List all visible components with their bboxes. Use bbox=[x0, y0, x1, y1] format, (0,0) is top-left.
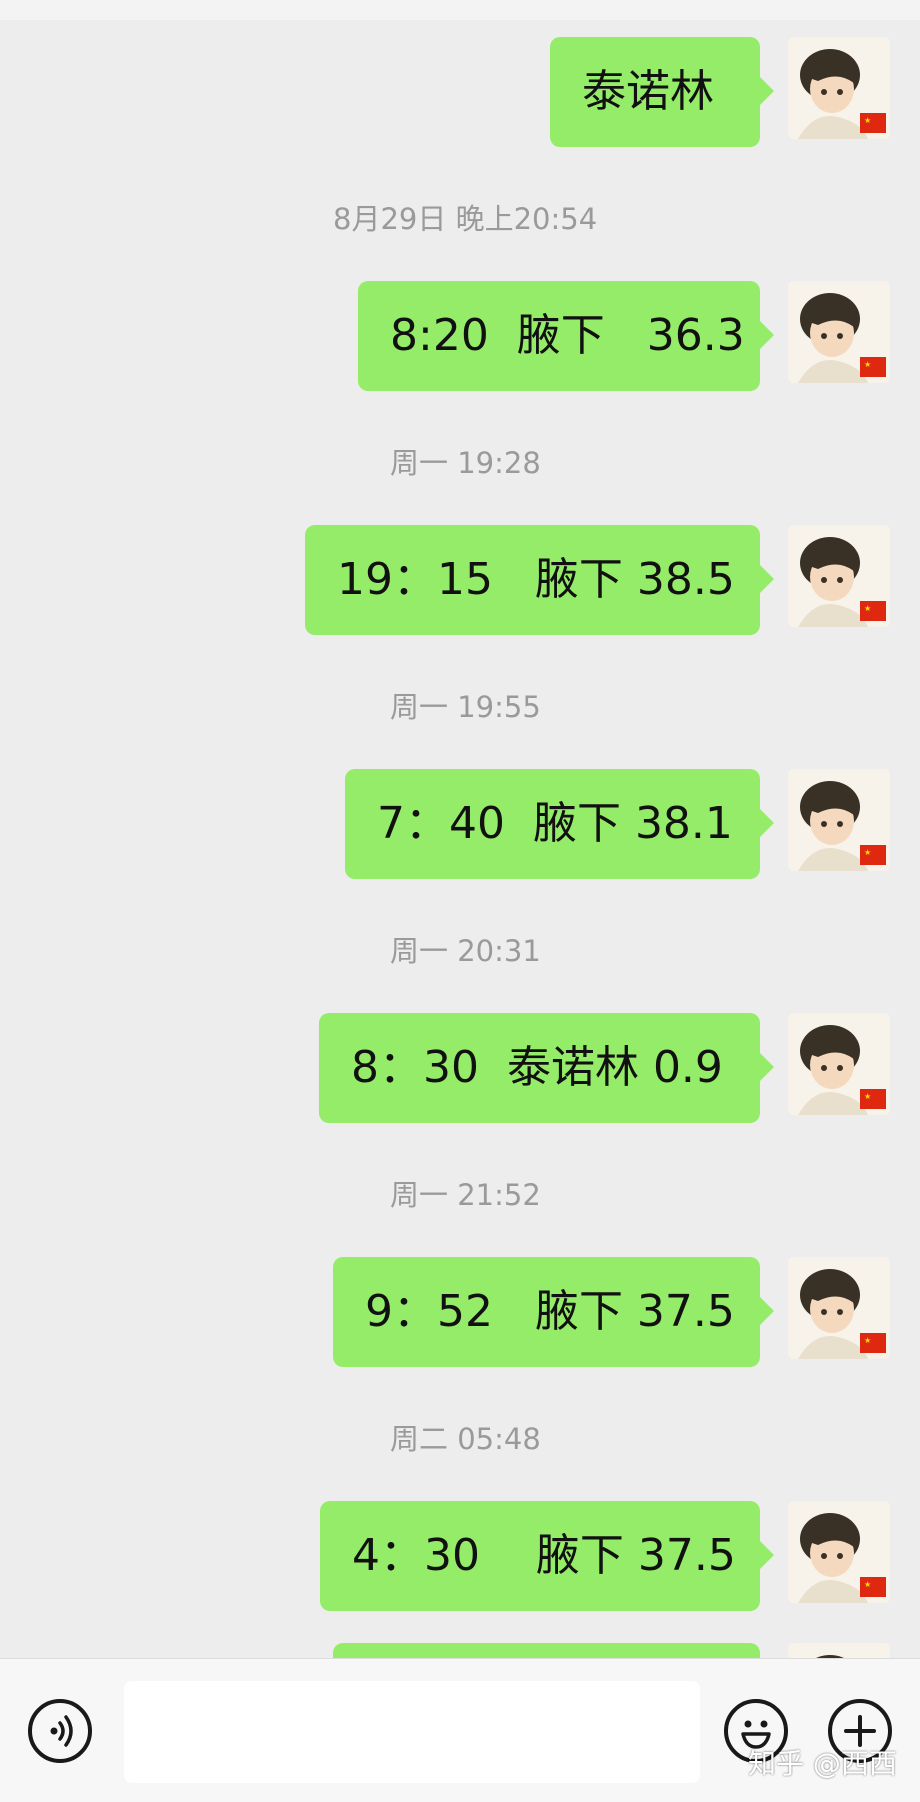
avatar[interactable]: ★ bbox=[788, 525, 890, 627]
message-bubble[interactable]: 9：52 腋下 37.5 bbox=[333, 1257, 774, 1367]
message-bubble[interactable]: 泰诺林 bbox=[550, 37, 774, 147]
message-row: 4：30 腋下 37.5 ★ bbox=[0, 1501, 920, 1611]
timestamp: 周一 19:28 bbox=[390, 446, 541, 480]
message-row: 9：52 腋下 37.5 ★ bbox=[0, 1257, 920, 1367]
svg-text:★: ★ bbox=[864, 604, 871, 613]
svg-text:★: ★ bbox=[864, 1092, 871, 1101]
avatar[interactable]: ★ bbox=[788, 769, 890, 871]
message-row: 8:20 腋下 36.3 ★ bbox=[0, 281, 920, 391]
watermark: 知乎 @西西 bbox=[748, 1747, 897, 1780]
avatar[interactable]: ★ bbox=[788, 1501, 890, 1603]
timestamp: 周二 05:48 bbox=[390, 1422, 541, 1456]
timestamp: 8月29日 晚上20:54 bbox=[333, 202, 598, 236]
chat-area[interactable]: 泰诺林 ★ 8月29日 晚上20:54 8:20 腋下 36.3 ★ 周一 19… bbox=[0, 0, 920, 1658]
message-row: 7：40 腋下 38.1 ★ bbox=[0, 769, 920, 879]
avatar[interactable]: ★ bbox=[788, 1013, 890, 1115]
avatar[interactable]: ★ bbox=[788, 37, 890, 139]
message-bubble[interactable]: 8：30 泰诺林 0.9 bbox=[319, 1013, 774, 1123]
avatar[interactable] bbox=[788, 1643, 890, 1658]
message-bubble[interactable] bbox=[333, 1643, 760, 1658]
svg-text:★: ★ bbox=[864, 848, 871, 857]
message-row: 19：15 腋下 38.5 ★ bbox=[0, 525, 920, 635]
message-row: 泰诺林 ★ bbox=[0, 37, 920, 147]
message-bubble[interactable]: 8:20 腋下 36.3 bbox=[358, 281, 774, 391]
svg-text:★: ★ bbox=[864, 360, 871, 369]
timestamp: 周一 20:31 bbox=[390, 934, 541, 968]
avatar[interactable]: ★ bbox=[788, 1257, 890, 1359]
timestamp: 周一 19:55 bbox=[390, 690, 541, 724]
message-row-partial bbox=[0, 1643, 920, 1658]
message-bubble[interactable]: 4：30 腋下 37.5 bbox=[320, 1501, 774, 1611]
message-row: 8：30 泰诺林 0.9 ★ bbox=[0, 1013, 920, 1123]
timestamp: 周一 21:52 bbox=[390, 1178, 541, 1212]
svg-text:★: ★ bbox=[864, 1336, 871, 1345]
voice-icon[interactable] bbox=[28, 1699, 92, 1763]
svg-text:★: ★ bbox=[864, 116, 871, 125]
avatar[interactable]: ★ bbox=[788, 281, 890, 383]
message-input[interactable] bbox=[124, 1681, 700, 1783]
message-bubble[interactable]: 7：40 腋下 38.1 bbox=[345, 769, 774, 879]
message-bubble[interactable]: 19：15 腋下 38.5 bbox=[305, 525, 774, 635]
svg-text:★: ★ bbox=[864, 1580, 871, 1589]
